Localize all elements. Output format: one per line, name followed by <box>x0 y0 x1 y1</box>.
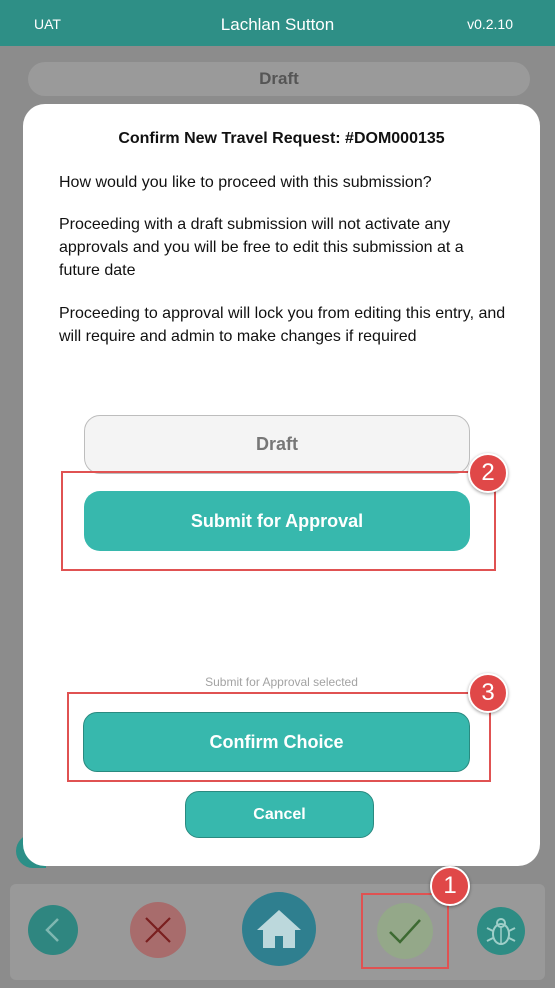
close-icon <box>145 917 171 943</box>
home-button[interactable] <box>242 892 316 966</box>
chevron-left-icon <box>45 918 59 942</box>
cancel-request-button[interactable] <box>130 902 186 958</box>
version-label: v0.2.10 <box>467 16 513 32</box>
highlight-box-confirm <box>67 692 491 782</box>
draft-info-text: Proceeding with a draft submission will … <box>59 216 464 279</box>
home-icon <box>257 910 301 948</box>
step-badge-2: 2 <box>468 453 508 493</box>
step-badge-3: 3 <box>468 673 508 713</box>
step-badge-1: 1 <box>430 866 470 906</box>
status-pill: Draft <box>28 62 530 96</box>
bug-icon <box>486 918 516 945</box>
dialog-title: Confirm New Travel Request: #DOM000135 <box>118 130 445 147</box>
back-button[interactable] <box>28 905 78 955</box>
approval-info-text: Proceeding to approval will lock you fro… <box>59 305 506 345</box>
highlight-box-submit <box>61 471 496 571</box>
draft-option-button[interactable]: Draft <box>84 415 470 474</box>
selection-status: Submit for Approval selected <box>205 675 358 689</box>
cancel-button[interactable]: Cancel <box>185 791 374 838</box>
top-bar: UAT Lachlan Sutton v0.2.10 <box>0 0 555 46</box>
dialog-question: How would you like to proceed with this … <box>59 174 432 191</box>
highlight-box-check <box>361 893 449 969</box>
debug-button[interactable] <box>477 907 525 955</box>
